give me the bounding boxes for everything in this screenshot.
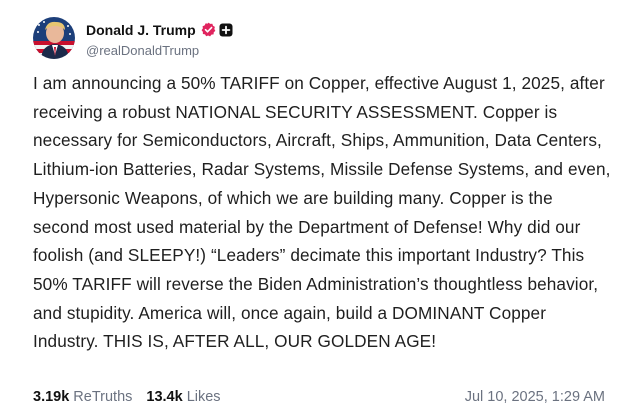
post-footer: 3.19k ReTruths 13.4k Likes Jul 10, 2025,… bbox=[33, 387, 605, 407]
likes-stat[interactable]: 13.4k Likes bbox=[146, 389, 220, 405]
likes-count: 13.4k bbox=[146, 389, 183, 405]
verified-badge-icon bbox=[201, 22, 216, 37]
avatar[interactable] bbox=[33, 17, 75, 59]
author-info: Donald J. Trump @realDonaldTrump bbox=[86, 19, 233, 58]
retruths-label: ReTruths bbox=[73, 389, 133, 405]
likes-label: Likes bbox=[186, 389, 221, 405]
retruths-count: 3.19k bbox=[33, 389, 70, 405]
author-handle[interactable]: @realDonaldTrump bbox=[86, 43, 233, 58]
post-timestamp[interactable]: Jul 10, 2025, 1:29 AM bbox=[465, 389, 605, 405]
author-name-row: Donald J. Trump bbox=[86, 19, 233, 41]
profile-avatar-icon bbox=[33, 17, 75, 59]
post-card: Donald J. Trump @realDonaldTrump I am an… bbox=[0, 0, 618, 417]
post-body-text: I am announcing a 50% TARIFF on Copper, … bbox=[33, 73, 616, 352]
plus-badge-icon bbox=[219, 23, 233, 37]
retruths-stat[interactable]: 3.19k ReTruths bbox=[33, 389, 132, 405]
post-header: Donald J. Trump @realDonaldTrump bbox=[33, 14, 233, 62]
author-display-name[interactable]: Donald J. Trump bbox=[86, 22, 196, 38]
